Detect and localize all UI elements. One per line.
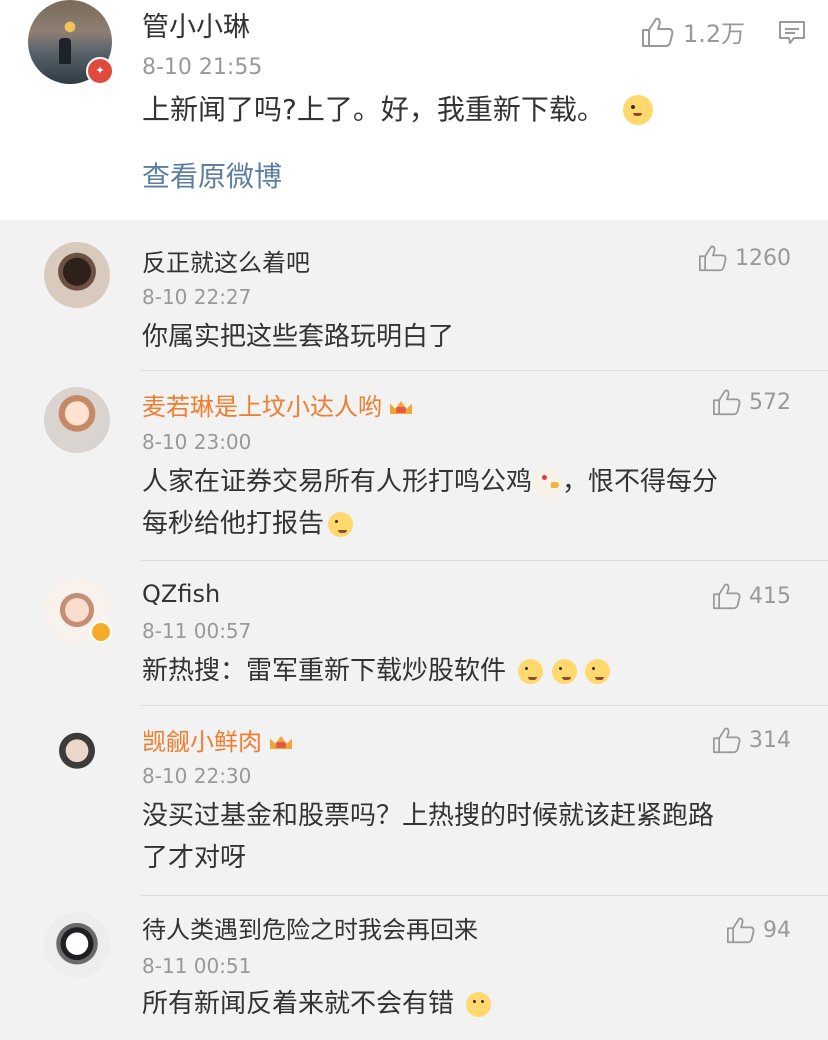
commenter-avatar[interactable] [44, 387, 110, 453]
view-original-weibo-link[interactable]: 查看原微博 [142, 157, 282, 197]
main-post-like-button[interactable]: 1.2万 [641, 14, 745, 49]
chicken-emoji-icon [532, 467, 563, 498]
comment-text-line2: 了才对呀 [142, 843, 247, 873]
comment-like-button[interactable]: 94 [726, 916, 791, 944]
comment-timestamp: 8-10 23:00 [142, 430, 252, 454]
comment-like-button[interactable]: 1260 [698, 244, 791, 272]
comment-item[interactable]: 待人类遇到危险之时我会再回来 8-11 00:51 所有新闻反着来就不会有错 9… [0, 895, 828, 1040]
doge-emoji-icon [518, 659, 544, 684]
main-post-avatar[interactable]: ✦ [28, 0, 114, 85]
comment-like-count: 1260 [735, 245, 791, 271]
thumbs-up-icon [699, 245, 727, 272]
comment-timestamp: 8-10 22:30 [142, 764, 252, 788]
commenter-avatar[interactable] [44, 723, 110, 789]
commenter-username[interactable]: 麦若琳是上坟小达人哟 [142, 390, 414, 424]
thumbs-up-icon [727, 917, 755, 944]
comment-item[interactable]: 麦若琳是上坟小达人哟 8-10 23:00 人家在证券交易所有人形打鸣公鸡 ，恨不… [0, 370, 828, 561]
main-post: ✦ 管小小琳 8-10 21:55 上新闻了吗?上了。好，我重新下载。 查看原微… [0, 0, 828, 220]
doge-emoji-icon [551, 659, 577, 684]
comment-text-content: 新热搜：雷军重新下载炒股软件 [142, 656, 507, 686]
comment-text: 新热搜：雷军重新下载炒股软件 [142, 650, 792, 692]
main-post-like-count: 1.2万 [683, 20, 746, 48]
member-crown-icon [388, 395, 414, 419]
thumbs-up-icon [713, 583, 741, 610]
commenter-username[interactable]: 反正就这么着吧 [142, 246, 310, 280]
comment-bubble-icon[interactable] [777, 17, 807, 47]
main-post-text-content: 上新闻了吗?上了。好，我重新下载。 [142, 93, 605, 126]
comment-list: 反正就这么着吧 8-10 22:27 你属实把这些套路玩明白了 1260 麦若琳… [0, 220, 828, 1040]
commenter-username[interactable]: 待人类遇到危险之时我会再回来 [142, 913, 478, 947]
comment-item[interactable]: 反正就这么着吧 8-10 22:27 你属实把这些套路玩明白了 1260 [0, 220, 828, 371]
verified-badge-icon [90, 621, 112, 643]
comment-text: 你属实把这些套路玩明白了 [142, 322, 455, 352]
doge-emoji-icon [584, 659, 610, 684]
commenter-username[interactable]: 觊觎小鲜肉 [142, 725, 294, 759]
comment-like-count: 572 [749, 389, 791, 415]
comment-timestamp: 8-11 00:57 [142, 619, 252, 643]
comment-text-content: 所有新闻反着来就不会有错 [142, 989, 455, 1019]
comment-item[interactable]: QZfish 8-11 00:57 新热搜：雷军重新下载炒股软件 415 [0, 560, 828, 706]
comment-text-line1-suffix: ，恨不得每分 [562, 467, 719, 497]
commenter-username-text: 麦若琳是上坟小达人哟 [142, 393, 382, 421]
thumbs-up-icon [713, 727, 741, 754]
comment-item[interactable]: 觊觎小鲜肉 8-10 22:30 没买过基金和股票吗？上热搜的时候就该赶紧跑路 … [0, 705, 828, 896]
commenter-avatar[interactable] [44, 242, 110, 308]
commenter-username-text: 觊觎小鲜肉 [142, 728, 262, 756]
comment-timestamp: 8-10 22:27 [142, 285, 252, 309]
main-post-text: 上新闻了吗?上了。好，我重新下载。 [142, 90, 653, 130]
thumbs-up-icon [713, 389, 741, 416]
avatar-silhouette [59, 38, 71, 64]
comment-like-button[interactable]: 415 [712, 582, 791, 610]
comment-text: 人家在证券交易所有人形打鸣公鸡 ，恨不得每分 每秒给他打报告 [142, 461, 792, 545]
comment-like-count: 415 [749, 583, 791, 609]
thumbs-up-icon [642, 17, 674, 47]
comment-text-line2: 每秒给他打报告 [142, 509, 325, 539]
comment-like-count: 94 [763, 917, 791, 943]
comment-text-line1: 没买过基金和股票吗？上热搜的时候就该赶紧跑路 [142, 801, 715, 831]
comment-text: 所有新闻反着来就不会有错 [142, 983, 792, 1025]
comment-like-button[interactable]: 572 [712, 388, 791, 416]
comment-timestamp: 8-11 00:51 [142, 954, 252, 978]
doge-emoji-icon [328, 512, 354, 537]
comment-like-count: 314 [749, 727, 791, 753]
comment-text: 没买过基金和股票吗？上热搜的时候就该赶紧跑路 了才对呀 [142, 795, 792, 879]
tongue-emoji-icon [466, 992, 492, 1017]
comment-like-button[interactable]: 314 [712, 726, 791, 754]
doge-emoji-icon [622, 95, 653, 125]
comment-text-line1: 人家在证券交易所有人形打鸣公鸡 [142, 467, 533, 497]
commenter-avatar[interactable] [44, 577, 112, 643]
member-crown-icon [268, 730, 294, 754]
main-post-username[interactable]: 管小小琳 [142, 10, 250, 46]
commenter-username[interactable]: QZfish [142, 577, 220, 611]
verified-badge-icon: ✦ [86, 57, 114, 85]
main-post-timestamp: 8-10 21:55 [142, 55, 263, 80]
commenter-avatar[interactable] [44, 912, 110, 978]
